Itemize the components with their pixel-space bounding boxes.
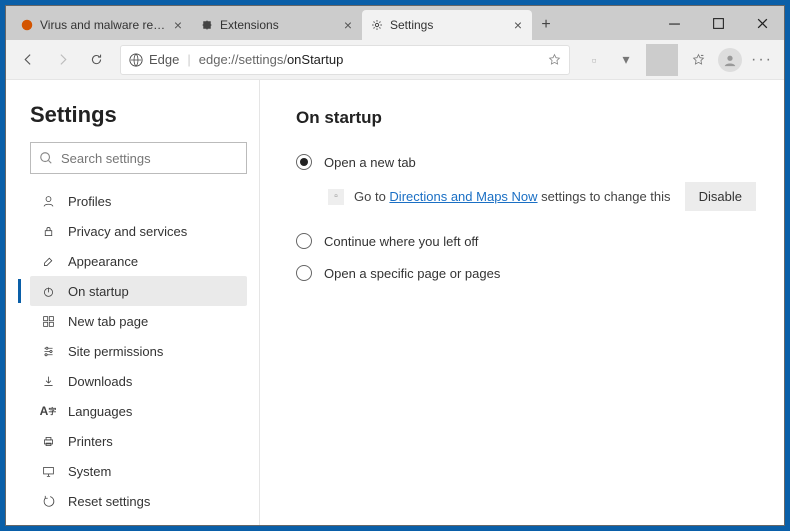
close-icon[interactable]: ×	[342, 17, 354, 33]
sidebar-item-label: New tab page	[68, 314, 148, 329]
sidebar-item-appearance[interactable]: Appearance	[30, 246, 247, 276]
extension-icon[interactable]: ▫	[578, 44, 610, 76]
lock-icon	[40, 225, 56, 238]
sidebar-item-downloads[interactable]: Downloads	[30, 366, 247, 396]
sidebar-item-label: About Microsoft Edge	[68, 524, 192, 526]
section-heading: On startup	[296, 108, 756, 128]
profile-avatar[interactable]	[714, 44, 746, 76]
sidebar-item-label: Site permissions	[68, 344, 163, 359]
tab-title: Settings	[390, 18, 506, 32]
paint-icon	[40, 255, 56, 268]
content: Settings Profiles Privacy and services A…	[6, 80, 784, 525]
omnibox[interactable]: Edge | edge://settings/onStartup	[120, 45, 570, 75]
puzzle-icon	[200, 18, 214, 32]
close-window-button[interactable]	[740, 6, 784, 40]
refresh-button[interactable]	[80, 44, 112, 76]
favicon-icon	[20, 18, 34, 32]
radio-open-new-tab[interactable]: Open a new tab	[296, 146, 756, 178]
sidebar-item-privacy[interactable]: Privacy and services	[30, 216, 247, 246]
browser-window: Virus and malware removal instr × Extens…	[5, 5, 785, 526]
sidebar-item-label: Printers	[68, 434, 113, 449]
back-button[interactable]	[12, 44, 44, 76]
close-icon[interactable]: ×	[512, 17, 524, 33]
favorites-icon[interactable]	[682, 44, 714, 76]
main-pane: On startup Open a new tab ▫ Go to Direct…	[260, 80, 784, 525]
search-box[interactable]	[30, 142, 247, 174]
close-icon[interactable]: ×	[172, 17, 184, 33]
tab-2[interactable]: Extensions ×	[192, 10, 362, 40]
reset-icon	[40, 495, 56, 508]
edge-icon	[40, 525, 56, 526]
sidebar-item-newtab[interactable]: New tab page	[30, 306, 247, 336]
radio-icon	[296, 233, 312, 249]
forward-button[interactable]	[46, 44, 78, 76]
gear-icon	[370, 18, 384, 32]
disable-button[interactable]: Disable	[685, 182, 756, 211]
sidebar-item-label: Languages	[68, 404, 132, 419]
sidebar-item-about[interactable]: About Microsoft Edge	[30, 516, 247, 525]
divider	[646, 44, 678, 76]
sidebar: Settings Profiles Privacy and services A…	[6, 80, 260, 525]
radio-label: Open a specific page or pages	[324, 266, 500, 281]
address-bar: Edge | edge://settings/onStartup ▫ ▾ ···	[6, 40, 784, 80]
sidebar-item-label: Profiles	[68, 194, 111, 209]
tab-title: Virus and malware removal instr	[40, 18, 166, 32]
grid-icon	[40, 315, 56, 328]
downloads-icon[interactable]: ▾	[610, 44, 642, 76]
sidebar-item-sitepermissions[interactable]: Site permissions	[30, 336, 247, 366]
extension-small-icon: ▫	[328, 189, 344, 205]
radio-label: Continue where you left off	[324, 234, 478, 249]
sidebar-item-reset[interactable]: Reset settings	[30, 486, 247, 516]
sidebar-item-label: Downloads	[68, 374, 132, 389]
extension-override-row: ▫ Go to Directions and Maps Now settings…	[328, 182, 756, 211]
nav-list: Profiles Privacy and services Appearance…	[30, 186, 247, 525]
ext-message: Go to Directions and Maps Now settings t…	[354, 189, 671, 204]
sidebar-item-onstartup[interactable]: On startup	[30, 276, 247, 306]
window-controls	[652, 6, 784, 40]
download-icon	[40, 375, 56, 388]
sidebar-item-profiles[interactable]: Profiles	[30, 186, 247, 216]
site-identity: Edge	[129, 52, 179, 67]
tab-title: Extensions	[220, 18, 336, 32]
title-bar: Virus and malware removal instr × Extens…	[6, 6, 784, 40]
new-tab-button[interactable]: +	[532, 10, 560, 40]
sidebar-item-printers[interactable]: Printers	[30, 426, 247, 456]
sidebar-item-label: Appearance	[68, 254, 138, 269]
favorite-icon[interactable]	[548, 53, 561, 66]
radio-icon	[296, 154, 312, 170]
url-text: edge://settings/onStartup	[199, 52, 344, 67]
toolbar: ▫ ▾ ···	[578, 44, 778, 76]
power-icon	[40, 285, 56, 298]
sidebar-item-label: Privacy and services	[68, 224, 187, 239]
maximize-button[interactable]	[696, 6, 740, 40]
sidebar-item-label: Reset settings	[68, 494, 150, 509]
sidebar-item-label: System	[68, 464, 111, 479]
radio-label: Open a new tab	[324, 155, 416, 170]
monitor-icon	[40, 465, 56, 478]
ext-link[interactable]: Directions and Maps Now	[389, 189, 537, 204]
minimize-button[interactable]	[652, 6, 696, 40]
sidebar-item-label: On startup	[68, 284, 129, 299]
sliders-icon	[40, 345, 56, 358]
radio-icon	[296, 265, 312, 281]
tab-1[interactable]: Virus and malware removal instr ×	[12, 10, 192, 40]
printer-icon	[40, 435, 56, 448]
engine-label: Edge	[149, 52, 179, 67]
tab-3[interactable]: Settings ×	[362, 10, 532, 40]
search-input[interactable]	[61, 151, 238, 166]
radio-continue[interactable]: Continue where you left off	[296, 225, 756, 257]
page-title: Settings	[30, 102, 247, 128]
sidebar-item-languages[interactable]: A字 Languages	[30, 396, 247, 426]
tab-strip: Virus and malware removal instr × Extens…	[6, 6, 652, 40]
person-icon	[40, 195, 56, 208]
radio-specific-page[interactable]: Open a specific page or pages	[296, 257, 756, 289]
more-menu-button[interactable]: ···	[746, 44, 778, 76]
language-icon: A字	[40, 404, 56, 418]
sidebar-item-system[interactable]: System	[30, 456, 247, 486]
separator: |	[187, 52, 190, 67]
